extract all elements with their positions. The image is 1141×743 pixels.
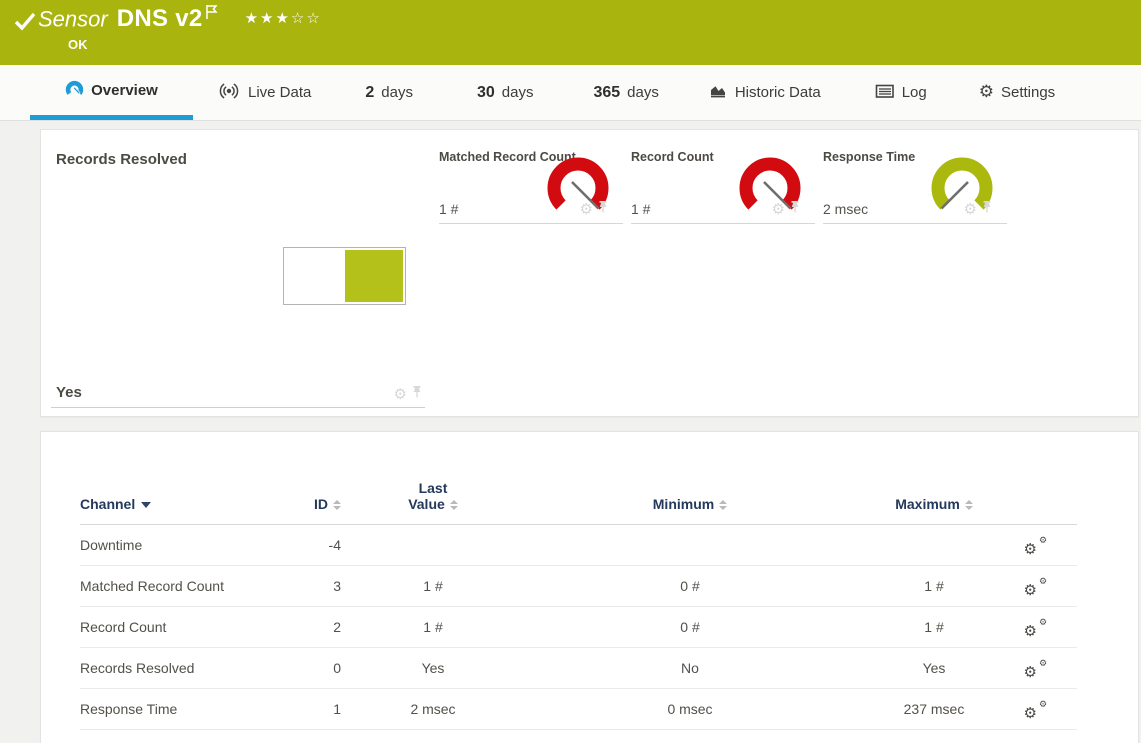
channel-id: -4 (305, 525, 355, 566)
channel-name[interactable]: Matched Record Count (80, 566, 305, 607)
sort-icon (333, 500, 341, 510)
gauge-panel-response-time: Response Time 2 msec ⚙ (823, 150, 1007, 224)
box-chart-fill (345, 250, 403, 302)
tab-label: Settings (1001, 84, 1055, 101)
gauge-panel-matched-record-count: Matched Record Count 1 # ⚙ (439, 150, 623, 224)
channel-gear-icon[interactable]: ⚙ (772, 202, 785, 217)
tab-number: 2 (365, 84, 374, 102)
channel-minimum (511, 525, 869, 566)
tab-number: 365 (593, 84, 620, 102)
tab-live-data[interactable]: Live Data (211, 65, 317, 120)
gauge-title: Record Count (631, 150, 714, 164)
table-row: Record Count 2 1 # 0 # 1 # ⚙⚙ (80, 607, 1077, 648)
channel-maximum: 237 msec (869, 689, 999, 730)
tab-2-days[interactable]: 2 days (359, 65, 419, 120)
tab-label: Live Data (248, 84, 311, 101)
channel-last-value: 2 msec (355, 689, 511, 730)
channel-minimum: 0 msec (511, 689, 869, 730)
primary-channel-footer: Yes ⚙ (51, 380, 425, 408)
channel-last-value (355, 525, 511, 566)
gauge-value: 1 # (631, 201, 650, 217)
table-row: Response Time 1 2 msec 0 msec 237 msec ⚙… (80, 689, 1077, 730)
channel-last-value: 1 # (355, 607, 511, 648)
primary-channel-value: Yes (56, 384, 82, 401)
channels-table-card: Channel ID Last Value Minimum Maximum (40, 431, 1139, 743)
overview-gauges-card: Records Resolved Yes ⚙ Matched Record Co… (40, 129, 1139, 417)
ok-check-icon (14, 12, 36, 37)
channel-maximum: 1 # (869, 607, 999, 648)
column-header-last-value[interactable]: Last Value (355, 480, 511, 525)
pin-icon[interactable] (411, 385, 423, 404)
status-badge: OK (68, 37, 88, 52)
channel-last-value: Yes (355, 648, 511, 689)
tab-30-days[interactable]: 30 days (471, 65, 539, 120)
tab-label: days (381, 84, 413, 101)
column-header-actions (999, 480, 1077, 525)
tab-365-days[interactable]: 365 days (587, 65, 664, 120)
channel-gear-icon[interactable]: ⚙ (964, 202, 977, 217)
channel-id: 3 (305, 566, 355, 607)
channel-minimum: 0 # (511, 566, 869, 607)
column-header-channel[interactable]: Channel (80, 480, 305, 525)
broadcast-icon (217, 83, 241, 103)
tab-settings[interactable]: ⚙ Settings (973, 65, 1061, 120)
log-icon (875, 83, 895, 103)
tab-number: 30 (477, 84, 495, 102)
channel-name[interactable]: Downtime (80, 525, 305, 566)
channel-minimum: 0 # (511, 607, 869, 648)
column-header-id[interactable]: ID (305, 480, 355, 525)
tab-label: Overview (91, 82, 158, 99)
channel-gear-icon[interactable]: ⚙ (394, 387, 407, 402)
table-row: Downtime -4 ⚙⚙ (80, 525, 1077, 566)
channel-name[interactable]: Response Time (80, 689, 305, 730)
channel-maximum: 1 # (869, 566, 999, 607)
tab-log[interactable]: Log (869, 65, 933, 120)
column-header-minimum[interactable]: Minimum (511, 480, 869, 525)
table-row: Matched Record Count 3 1 # 0 # 1 # ⚙⚙ (80, 566, 1077, 607)
sort-desc-icon (141, 502, 151, 508)
sort-icon (719, 500, 727, 510)
channel-maximum (869, 525, 999, 566)
primary-channel-title: Records Resolved (56, 151, 187, 168)
gauge-icon (65, 80, 84, 101)
sensor-status-banner: Sensor DNS v2 ★★★☆☆ OK (0, 0, 1141, 65)
channels-table: Channel ID Last Value Minimum Maximum (80, 480, 1077, 730)
gauge-value: 2 msec (823, 201, 868, 217)
tab-bar: Overview Live Data 2 days 30 days 365 da… (0, 65, 1141, 121)
tab-label: Historic Data (735, 84, 821, 101)
gauge-title: Response Time (823, 150, 915, 164)
gear-icon: ⚙ (979, 84, 994, 101)
channel-maximum: Yes (869, 648, 999, 689)
channel-id: 1 (305, 689, 355, 730)
pin-icon[interactable] (597, 200, 609, 219)
pin-icon[interactable] (789, 200, 801, 219)
channel-id: 2 (305, 607, 355, 648)
object-kind-label: Sensor (38, 6, 108, 31)
channel-id: 0 (305, 648, 355, 689)
tab-historic-data[interactable]: Historic Data (703, 65, 827, 120)
channel-gear-icon[interactable]: ⚙ (580, 202, 593, 217)
table-row: Records Resolved 0 Yes No Yes ⚙⚙ (80, 648, 1077, 689)
tab-overview[interactable]: Overview (30, 65, 193, 120)
tab-label: days (627, 84, 659, 101)
gauge-value: 1 # (439, 201, 458, 217)
tab-label: days (502, 84, 534, 101)
pin-icon[interactable] (981, 200, 993, 219)
channel-minimum: No (511, 648, 869, 689)
records-resolved-box-chart (283, 247, 406, 305)
priority-stars[interactable]: ★★★☆☆ (245, 9, 322, 27)
sort-icon (965, 500, 973, 510)
column-header-maximum[interactable]: Maximum (869, 480, 999, 525)
sort-icon (450, 500, 458, 510)
flag-icon[interactable] (205, 4, 219, 25)
channel-name[interactable]: Records Resolved (80, 648, 305, 689)
channel-name[interactable]: Record Count (80, 607, 305, 648)
channel-last-value: 1 # (355, 566, 511, 607)
sensor-name: DNS v2 (117, 5, 203, 32)
area-chart-icon (709, 83, 728, 103)
gauge-panel-record-count: Record Count 1 # ⚙ (631, 150, 815, 224)
tab-label: Log (902, 84, 927, 101)
